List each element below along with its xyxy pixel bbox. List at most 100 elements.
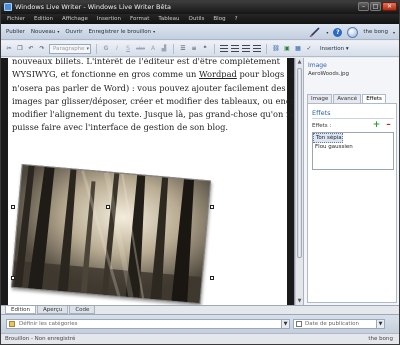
menu-blog[interactable]: Blog (213, 16, 225, 22)
save-draft-label: Enregistrer le brouillon (88, 28, 152, 35)
toolbar-separator (214, 43, 215, 54)
draft-status: Brouillon - Non enregistré (5, 336, 76, 342)
undo-icon[interactable]: ↶ (27, 45, 35, 53)
underline-button[interactable]: S (124, 45, 132, 53)
menu-table[interactable]: Tableau (158, 16, 179, 22)
body-text-part: pour blogs (on (236, 69, 295, 80)
menu-view[interactable]: Affichage (62, 16, 88, 22)
list-item[interactable]: Flou gaussien (313, 143, 393, 151)
body-line: WYSIWYG, et fonctionne en gros comme un … (12, 68, 294, 81)
toolbar-separator (96, 43, 97, 54)
align-left-icon[interactable] (220, 45, 228, 52)
chevron-down-icon[interactable]: ▼ (376, 320, 384, 328)
add-effect-icon[interactable]: + (372, 121, 381, 130)
insert-menu-button[interactable]: Insertion ▾ (320, 46, 349, 52)
font-color-icon[interactable]: A (149, 45, 157, 53)
tab-code[interactable]: Code (69, 306, 96, 314)
properties-tabs: Image Avancé Effets (307, 94, 397, 104)
chevron-down-icon[interactable]: ▼ (281, 320, 289, 328)
blog-selector[interactable]: the bong (363, 29, 388, 35)
effects-panel: Effets Effets : + – Ton sépia Flou gauss… (307, 103, 397, 303)
maximize-button[interactable]: □ (370, 2, 381, 11)
editor-scrollbar[interactable]: ▲ ▼ (295, 58, 303, 305)
menu-tools[interactable]: Outils (189, 16, 205, 22)
help-icon[interactable]: ? (333, 27, 343, 37)
paragraph-style-select[interactable]: Paragraphe (49, 43, 91, 54)
insert-label: Insertion (320, 45, 345, 52)
menu-format[interactable]: Format (130, 16, 149, 22)
window-title: Windows Live Writer - Windows Live Write… (15, 3, 172, 11)
new-label: Nouveau (30, 28, 56, 35)
bullet-list-icon[interactable]: ☰ (179, 45, 187, 53)
menu-edit[interactable]: Edition (34, 16, 53, 22)
tab-image[interactable]: Image (307, 94, 333, 103)
new-button[interactable]: Nouveau ▾ (31, 29, 59, 35)
properties-sidebar: Image AeroWoods.jpg Image Avancé Effets … (303, 58, 399, 305)
menu-file[interactable]: Fichier (7, 16, 25, 22)
tab-edit[interactable]: Edition (5, 306, 37, 314)
editor-page[interactable]: nouveaux billets. L'intérêt de l'éditeur… (8, 58, 294, 305)
list-item[interactable]: Ton sépia (313, 133, 343, 143)
menu-help[interactable]: ? (235, 16, 238, 22)
main-toolbar: Publier Nouveau ▾ Ouvrir Enregistrer le … (1, 24, 399, 40)
menu-insert[interactable]: Insertion (97, 16, 121, 22)
scroll-thumb[interactable] (297, 68, 302, 258)
date-checkbox[interactable] (296, 321, 302, 327)
align-justify-icon[interactable] (253, 45, 261, 52)
image-icon[interactable]: ▣ (283, 45, 291, 53)
wordpad-link[interactable]: Wordpad (199, 69, 237, 79)
publish-button[interactable]: Publier (6, 29, 25, 35)
chevron-down-icon: ▾ (153, 29, 156, 34)
copy-icon[interactable]: ❐ (16, 45, 24, 53)
resize-handle[interactable] (210, 205, 214, 209)
number-list-icon[interactable]: ≡ (190, 45, 198, 53)
bold-button[interactable]: G (102, 45, 110, 53)
categories-select[interactable]: Définir les catégories ▼ (6, 319, 290, 329)
close-button[interactable]: ✕ (382, 2, 397, 11)
post-properties-bar: Définir les catégories ▼ Date de publica… (1, 314, 399, 333)
effects-list[interactable]: Ton sépia Flou gaussien (312, 132, 394, 170)
resize-handle[interactable] (11, 205, 15, 209)
app-icon (4, 3, 12, 11)
cut-icon[interactable]: ✂ (5, 45, 13, 53)
remove-effect-icon[interactable]: – (384, 121, 393, 130)
tab-preview[interactable]: Aperçu (37, 306, 69, 314)
blog-status: the bong (368, 336, 393, 342)
image-file-name: AeroWoods.jpg (308, 71, 350, 77)
publish-date-picker[interactable]: Date de publication ▼ (293, 319, 385, 329)
scroll-up-arrow-icon[interactable]: ▲ (296, 58, 303, 66)
quote-icon[interactable]: ❝ (201, 45, 209, 53)
redo-icon[interactable]: ↷ (38, 45, 46, 53)
folder-icon (9, 321, 15, 327)
table-icon[interactable]: ▦ (294, 45, 302, 53)
resize-handle[interactable] (11, 276, 15, 280)
forest-photo (11, 165, 212, 305)
align-right-icon[interactable] (242, 45, 250, 52)
open-label: Ouvrir (65, 28, 83, 35)
scroll-down-arrow-icon[interactable]: ▼ (296, 297, 303, 305)
forest-image[interactable] (10, 163, 212, 305)
pencil-icon[interactable] (309, 27, 321, 37)
view-tabs: Edition Aperçu Code (1, 305, 399, 314)
date-placeholder: Date de publication (305, 321, 359, 327)
strikethrough-button[interactable]: abc (135, 45, 146, 53)
editor-area: nouveaux billets. L'intérêt de l'éditeur… (1, 58, 295, 305)
format-toolbar: ✂ ❐ ↶ ↷ Paragraphe G I S abc A ▟ ☰ ≡ ❝ ⛓… (1, 41, 399, 57)
tab-advanced[interactable]: Avancé (333, 94, 362, 103)
toolbar-separator (173, 43, 174, 54)
highlight-icon[interactable]: ▟ (160, 45, 168, 53)
open-button[interactable]: Ouvrir (65, 29, 82, 35)
resize-handle[interactable] (106, 205, 110, 209)
resize-handle[interactable] (210, 276, 214, 280)
italic-button[interactable]: I (113, 45, 121, 53)
divider (312, 118, 394, 119)
minimize-button[interactable]: – (358, 2, 369, 11)
spellcheck-icon[interactable]: ✓ (305, 45, 313, 53)
toolbar-right-group: ▾ ? the bong ▾ (309, 26, 395, 38)
link-icon[interactable]: ⛓ (272, 45, 280, 53)
save-draft-button[interactable]: Enregistrer le brouillon ▾ (89, 29, 156, 35)
window-controls: – □ ✕ (358, 2, 397, 12)
post-body[interactable]: nouveaux billets. L'intérêt de l'éditeur… (12, 58, 294, 135)
align-center-icon[interactable] (231, 45, 239, 52)
blog-avatar[interactable] (347, 26, 359, 38)
